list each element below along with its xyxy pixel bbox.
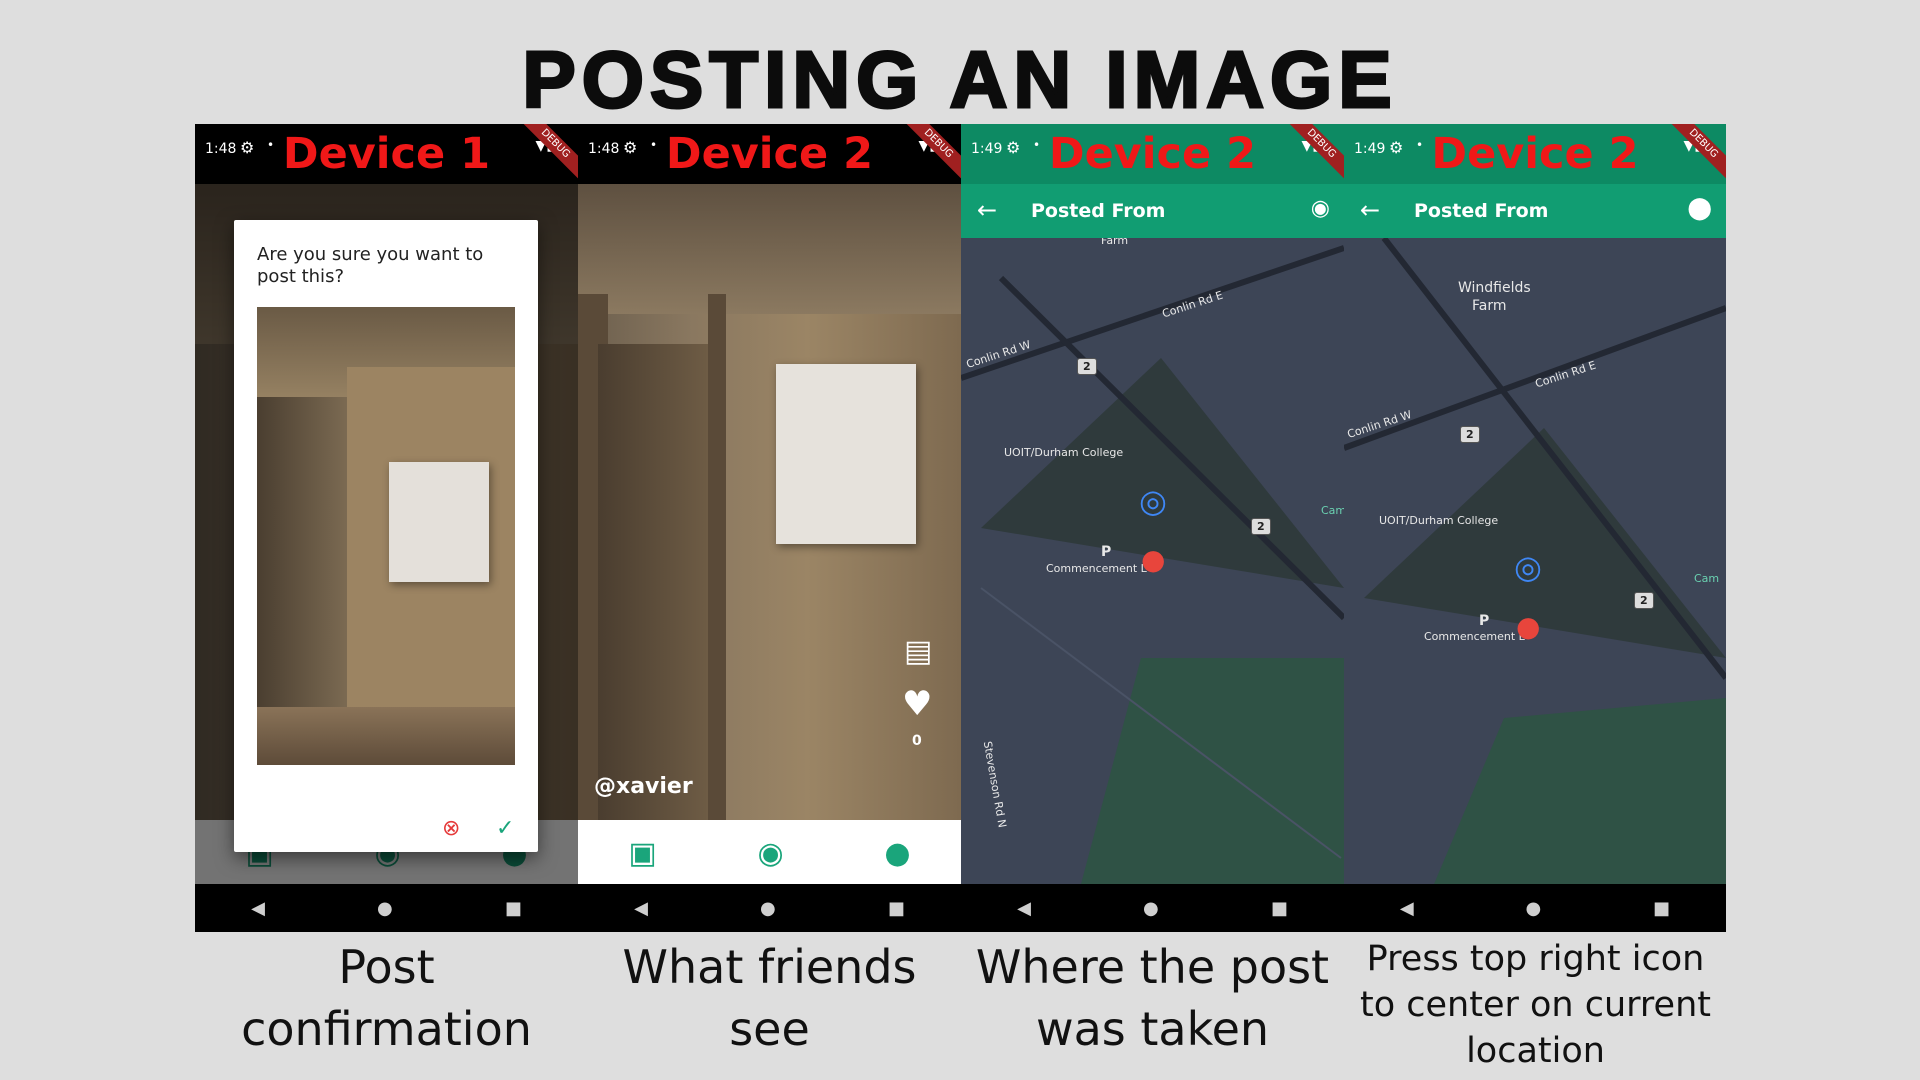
preview-image: [257, 307, 515, 765]
dialog-question: Are you sure you want to post this?: [257, 244, 484, 287]
map-icon[interactable]: ▤: [904, 634, 932, 669]
device2-map-centered-screen: 1:49 ⚙ • Device 2 ▼▮ DEBUG ← Posted From…: [1344, 124, 1726, 932]
compass-icon[interactable]: ◉: [1311, 196, 1330, 221]
like-count: 0: [912, 733, 922, 749]
device2-map-screen: 1:49 ⚙ • Device 2 ▼▮ DEBUG ← Posted From…: [961, 124, 1344, 932]
status-bar: 1:49 ⚙ • Device 2 ▼▮ DEBUG: [1344, 124, 1726, 184]
map-label: Cam: [1694, 572, 1720, 585]
map-label: Cam: [1321, 504, 1344, 517]
system-nav: ◀ ● ■: [961, 884, 1344, 932]
back-triangle-icon[interactable]: ◀: [634, 898, 648, 919]
map-label: Windfields: [1458, 280, 1531, 296]
gallery-icon[interactable]: ▣: [628, 836, 656, 871]
back-triangle-icon[interactable]: ◀: [1017, 898, 1031, 919]
home-circle-icon[interactable]: ●: [377, 898, 393, 919]
map-label: Commencement L: [1424, 630, 1525, 643]
map-view[interactable]: Windfields Farm Conlin Rd E Conlin Rd W …: [1344, 238, 1726, 884]
back-arrow-icon[interactable]: ←: [977, 196, 997, 224]
status-bar: 1:49 ⚙ • Device 2 ▼▮ DEBUG: [961, 124, 1344, 184]
back-triangle-icon[interactable]: ◀: [251, 898, 265, 919]
check-icon[interactable]: ✓: [496, 816, 514, 841]
cancel-circle-icon[interactable]: ⊗: [442, 816, 460, 841]
back-arrow-icon[interactable]: ←: [1360, 196, 1380, 224]
bottom-nav: ▣ ◉ ●: [578, 820, 961, 887]
device-label: Device 1: [282, 129, 491, 179]
home-circle-icon[interactable]: ●: [1143, 898, 1159, 919]
post-location-pin-icon[interactable]: ●: [1141, 543, 1165, 576]
parking-label: P: [1101, 544, 1112, 560]
caption: What friends see: [622, 940, 917, 1056]
parking-label: P: [1479, 613, 1490, 629]
map-view[interactable]: Farm Conlin Rd E Conlin Rd W 2 UOIT/Durh…: [961, 238, 1344, 884]
app-bar-title: Posted From: [1031, 200, 1166, 222]
heart-icon[interactable]: ♥: [902, 684, 932, 724]
username[interactable]: @xavier: [594, 774, 693, 799]
route-shield: 2: [1460, 426, 1480, 443]
system-nav: ◀ ● ■: [578, 884, 961, 932]
device-label: Device 2: [1048, 129, 1257, 179]
confirm-dialog: Are you sure you want to post this? ⊗ ✓: [234, 220, 538, 852]
route-shield: 2: [1077, 358, 1097, 375]
page-title: POSTING AN IMAGE: [521, 35, 1398, 124]
map-label: UOIT/Durham College: [1004, 446, 1124, 459]
home-circle-icon[interactable]: ●: [760, 898, 776, 919]
device1-screen: ▣ ◉ ● 1:48 ⚙ • Device 1 ▼▮ DEBUG Are you…: [195, 124, 578, 932]
location-pin-icon[interactable]: ⬤: [1687, 196, 1712, 221]
caption: Where the post was taken: [975, 940, 1330, 1056]
route-shield: 2: [1634, 592, 1654, 609]
status-bar: 1:48 ⚙ • Device 1 ▼▮ DEBUG: [195, 124, 578, 184]
route-shield: 2: [1251, 518, 1271, 535]
recents-square-icon[interactable]: ■: [1271, 898, 1288, 919]
system-nav: ◀ ● ■: [1344, 884, 1726, 932]
recents-square-icon[interactable]: ■: [1653, 898, 1670, 919]
recents-square-icon[interactable]: ■: [888, 898, 905, 919]
profile-icon[interactable]: ●: [884, 836, 910, 871]
caption: Press top right icon to center on curren…: [1360, 939, 1711, 1071]
caption: Post confirmation: [241, 940, 532, 1056]
map-label: Farm: [1101, 238, 1129, 247]
map-label: UOIT/Durham College: [1379, 514, 1499, 527]
system-nav: ◀ ● ■: [195, 884, 578, 932]
app-bar-title: Posted From: [1414, 200, 1549, 222]
app-bar: ← Posted From ⬤: [1344, 184, 1726, 238]
post-location-pin-icon[interactable]: ●: [1516, 610, 1540, 643]
device2-feed-screen: @xavier ▤ ♥ 0 ▣ ◉ ● 1:48 ⚙ • Device 2 ▼▮…: [578, 124, 961, 932]
current-location-icon: ◎: [1514, 548, 1542, 586]
map-label: Farm: [1472, 298, 1507, 314]
recents-square-icon[interactable]: ■: [505, 898, 522, 919]
device-label: Device 2: [665, 129, 874, 179]
camera-shutter-icon[interactable]: ◉: [757, 836, 783, 871]
device-label: Device 2: [1431, 129, 1639, 179]
home-circle-icon[interactable]: ●: [1526, 898, 1542, 919]
app-bar: ← Posted From ◉: [961, 184, 1344, 238]
back-triangle-icon[interactable]: ◀: [1400, 898, 1414, 919]
map-label: Commencement L: [1046, 562, 1147, 575]
current-location-icon: ◎: [1139, 482, 1167, 520]
status-bar: 1:48 ⚙ • Device 2 ▼▮ DEBUG: [578, 124, 961, 184]
